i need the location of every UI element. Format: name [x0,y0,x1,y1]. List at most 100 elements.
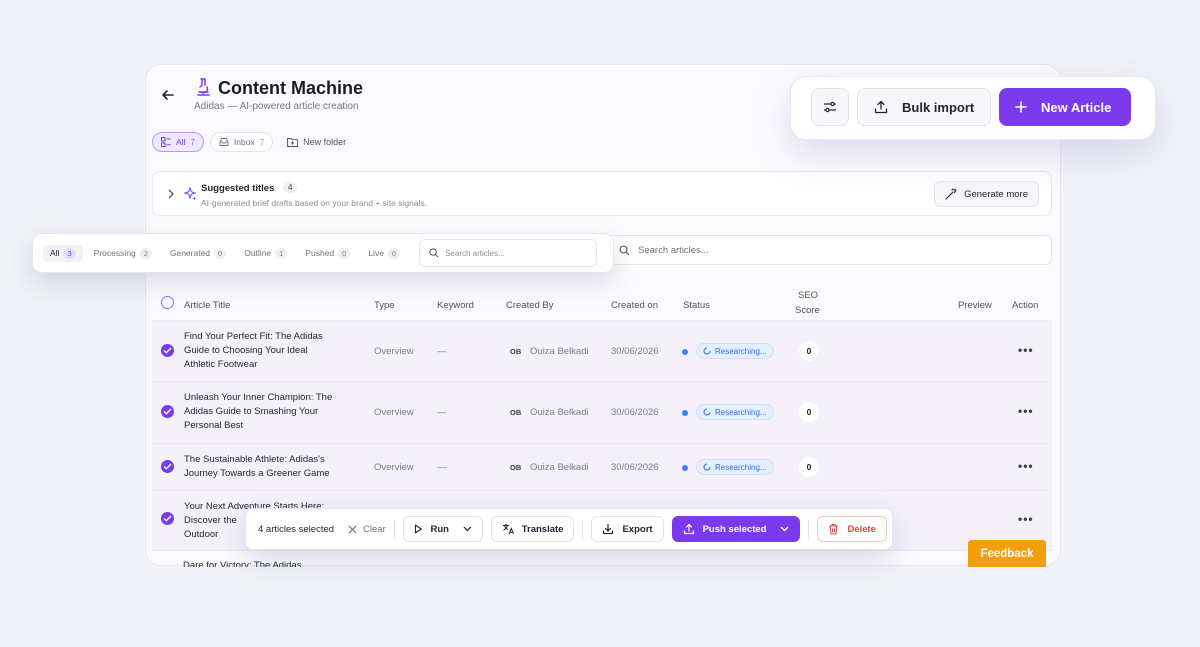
bulk-import-button[interactable]: Bulk import [857,88,991,126]
new-article-label: New Article [1041,99,1112,115]
row-more-menu[interactable]: ••• [1018,512,1034,526]
filter-search-input[interactable]: Search articles... [419,239,598,267]
filter-tab-live[interactable]: Live 0 [361,245,407,262]
chevron-right-icon[interactable] [167,189,175,199]
col-seo-line1[interactable]: SEO [798,290,818,301]
filter-tab-label: Generated [169,248,211,258]
seo-score: 0 [799,457,819,477]
row-checkbox[interactable] [161,344,174,357]
new-article-button[interactable]: New Article [999,88,1131,126]
delete-button[interactable]: Delete [817,516,887,542]
article-type: Overview [374,462,414,473]
suggested-titles-panel[interactable]: Suggested titles 4 AI-generated brief dr… [152,171,1052,216]
check-icon [163,463,172,470]
check-icon [163,408,172,415]
article-keyword: — [437,462,447,473]
back-arrow-icon[interactable] [160,87,176,103]
download-icon [603,523,614,535]
clear-selection-button[interactable]: Clear [348,524,386,535]
page-subtitle: Adidas — AI-powered article creation [194,101,359,112]
filter-search-placeholder: Search articles... [445,248,505,258]
status-label: Researching... [715,462,767,472]
loading-spinner-icon [703,408,711,416]
col-type[interactable]: Type [374,300,395,311]
push-selected-button[interactable]: Push selected [671,516,801,542]
col-seo-line2[interactable]: Score [795,305,820,316]
filter-tab-all[interactable]: All 3 [43,244,83,262]
created-date: 30/06/2026 [611,462,659,473]
article-title-line: Athletic Footwear [184,359,258,370]
folder-all-count: 7 [190,137,195,147]
author-name: Ouiza Belkadi [530,346,589,357]
play-icon [414,524,422,534]
folder-inbox[interactable]: Inbox 7 [209,132,274,152]
new-folder-button[interactable]: New folder [279,137,354,147]
author-name: Ouiza Belkadi [530,462,589,473]
table-row[interactable]: Find Your Perfect Fit: The Adidas Guide … [152,321,1052,382]
sparkles-icon [183,187,197,201]
upload-icon [874,100,888,114]
col-keyword[interactable]: Keyword [437,300,474,311]
generate-more-label: Generate more [964,188,1028,200]
magic-wand-icon [945,188,957,200]
article-keyword: — [437,346,447,357]
row-checkbox[interactable] [161,512,174,525]
row-more-menu[interactable]: ••• [1018,404,1034,418]
select-all-checkbox[interactable] [161,296,174,309]
article-title[interactable]: Unleash Your Inner Champion: The Adidas … [184,391,360,433]
filter-tab-count: 0 [338,247,351,259]
new-folder-label: New folder [303,137,347,147]
table-row[interactable]: Unleash Your Inner Champion: The Adidas … [152,382,1052,444]
col-status[interactable]: Status [683,300,710,311]
run-label: Run [430,523,449,535]
folder-plus-icon [287,138,299,147]
search-placeholder: Search articles... [638,244,709,256]
settings-button[interactable] [811,88,849,126]
folder-all[interactable]: All 7 [152,132,204,152]
article-title-line: Guide to Choosing Your Ideal [184,345,308,356]
filter-tab-label: Live [368,248,384,258]
article-search-input[interactable]: Search articles... [606,235,1052,265]
upload-icon [683,523,694,535]
status-label: Researching... [715,407,767,417]
col-title[interactable]: Article Title [184,300,230,311]
status-badge: Researching... [696,343,774,359]
col-created-on[interactable]: Created on [611,300,658,311]
created-date: 30/06/2026 [611,346,659,357]
folder-inbox-label: Inbox [233,137,255,147]
selection-action-bar: 4 articles selected Clear Run Translate … [245,508,893,550]
article-type: Overview [374,407,414,418]
row-checkbox[interactable] [161,405,174,418]
export-button[interactable]: Export [591,516,664,542]
plus-icon [1015,101,1027,113]
filter-tab-generated[interactable]: Generated 0 [163,245,233,262]
article-title-line: Find Your Perfect Fit: The Adidas [184,331,323,342]
feedback-button[interactable]: Feedback [968,540,1046,567]
article-title-line: The Sustainable Athlete: Adidas's [184,454,325,465]
close-icon [348,525,357,533]
page-title: Content Machine [218,78,364,98]
translate-button[interactable]: Translate [490,516,575,542]
generate-more-button[interactable]: Generate more [934,181,1039,207]
table-row[interactable]: The Sustainable Athlete: Adidas's Journe… [152,444,1052,491]
col-created-by[interactable]: Created By [506,300,554,311]
filter-tab-pushed[interactable]: Pushed 0 [298,245,357,262]
article-title[interactable]: Find Your Perfect Fit: The Adidas Guide … [184,330,360,372]
row-more-menu[interactable]: ••• [1018,343,1034,357]
article-keyword: — [437,407,447,418]
filter-tab-label: Processing [93,248,136,258]
row-more-menu[interactable]: ••• [1018,459,1034,473]
suggested-titles-count: 4 [283,182,298,193]
filter-tab-count: 1 [275,247,288,259]
filter-tab-processing[interactable]: Processing 2 [87,245,159,262]
article-title[interactable]: The Sustainable Athlete: Adidas's Journe… [184,453,360,481]
article-type: Overview [374,346,414,357]
status-badge: Researching... [696,404,774,420]
author-avatar: OB [510,347,522,356]
row-checkbox[interactable] [161,460,174,473]
folder-inbox-count: 7 [259,137,265,147]
filter-tab-outline[interactable]: Outline 1 [237,245,294,262]
push-selected-label: Push selected [702,523,767,535]
article-title-line: Unleash Your Inner Champion: The [184,392,333,403]
run-button[interactable]: Run [402,516,483,542]
